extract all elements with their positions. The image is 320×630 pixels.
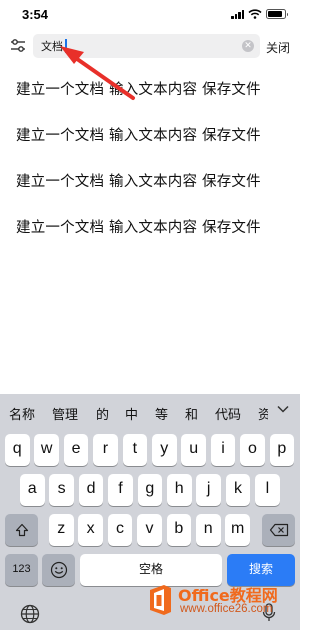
globe-icon[interactable] <box>20 604 40 624</box>
key-d[interactable]: d <box>78 474 104 506</box>
result-item[interactable]: 建立一个文档 输入文本内容 保存文件 <box>16 170 261 191</box>
shift-key[interactable] <box>5 514 38 546</box>
text-caret <box>65 39 67 53</box>
suggestion-item[interactable]: 管理 <box>52 404 78 423</box>
key-o[interactable]: o <box>240 434 265 466</box>
watermark: Office教程网 www.office26.com <box>146 580 300 626</box>
search-query: 文档 <box>41 40 63 53</box>
key-m[interactable]: m <box>225 514 250 546</box>
key-k[interactable]: k <box>225 474 251 506</box>
delete-icon <box>269 523 288 537</box>
key-e[interactable]: e <box>63 434 89 466</box>
key-s[interactable]: s <box>49 474 74 506</box>
status-icons <box>231 9 288 19</box>
wifi-icon <box>248 9 262 19</box>
emoji-key[interactable] <box>42 554 75 586</box>
battery-level <box>268 11 283 17</box>
filter-icon[interactable] <box>9 37 27 55</box>
office-logo-icon <box>150 585 171 615</box>
result-item[interactable]: 建立一个文档 输入文本内容 保存文件 <box>16 216 261 237</box>
key-y[interactable]: y <box>152 434 177 466</box>
delete-key[interactable] <box>262 514 295 546</box>
key-f[interactable]: f <box>108 474 133 506</box>
key-h[interactable]: h <box>167 474 192 506</box>
suggestion-item[interactable]: 中 <box>125 404 138 423</box>
signal-icon <box>231 9 244 19</box>
search-input[interactable]: 文档 ✕ <box>33 34 260 58</box>
key-b[interactable]: b <box>166 514 192 546</box>
key-z[interactable]: z <box>49 514 74 546</box>
key-i[interactable]: i <box>210 434 236 466</box>
key-n[interactable]: n <box>196 514 221 546</box>
key-p[interactable]: p <box>269 434 295 466</box>
key-t[interactable]: t <box>122 434 148 466</box>
status-bar: 3:54 <box>0 0 300 28</box>
suggestion-item[interactable]: 代码 <box>215 404 241 423</box>
shift-icon <box>15 523 28 537</box>
close-button[interactable]: 关闭 <box>266 39 290 56</box>
emoji-icon <box>50 561 67 579</box>
suggestion-item[interactable]: 资 <box>258 404 268 423</box>
suggestion-item[interactable]: 的 <box>96 404 109 423</box>
suggestion-item[interactable]: 名称 <box>9 404 35 423</box>
chevron-down-icon[interactable] <box>276 402 290 416</box>
key-u[interactable]: u <box>181 434 206 466</box>
key-w[interactable]: w <box>34 434 59 466</box>
key-c[interactable]: c <box>107 514 133 546</box>
key-j[interactable]: j <box>196 474 221 506</box>
key-x[interactable]: x <box>78 514 103 546</box>
key-r[interactable]: r <box>93 434 118 466</box>
result-item[interactable]: 建立一个文档 输入文本内容 保存文件 <box>16 78 261 99</box>
clear-icon[interactable]: ✕ <box>242 40 254 52</box>
result-item[interactable]: 建立一个文档 输入文本内容 保存文件 <box>16 124 261 145</box>
key-l[interactable]: l <box>255 474 280 506</box>
numbers-key[interactable]: 123 <box>5 554 38 586</box>
status-time: 3:54 <box>22 7 49 22</box>
key-q[interactable]: q <box>5 434 30 466</box>
suggestion-bar: 名称 管理 的 中 等 和 代码 资 <box>0 394 300 430</box>
suggestion-item[interactable]: 等 <box>155 404 168 423</box>
battery-icon <box>266 9 288 19</box>
suggestion-item[interactable]: 和 <box>185 404 198 423</box>
watermark-url: www.office26.com <box>180 603 273 615</box>
key-v[interactable]: v <box>137 514 162 546</box>
search-row: 文档 ✕ 关闭 <box>0 32 300 60</box>
screen: 3:54 文档 ✕ 关闭 建立一个文档 输入文本内容 保存文件 建立一个文档 输… <box>0 0 300 630</box>
key-a[interactable]: a <box>20 474 45 506</box>
key-g[interactable]: g <box>137 474 163 506</box>
